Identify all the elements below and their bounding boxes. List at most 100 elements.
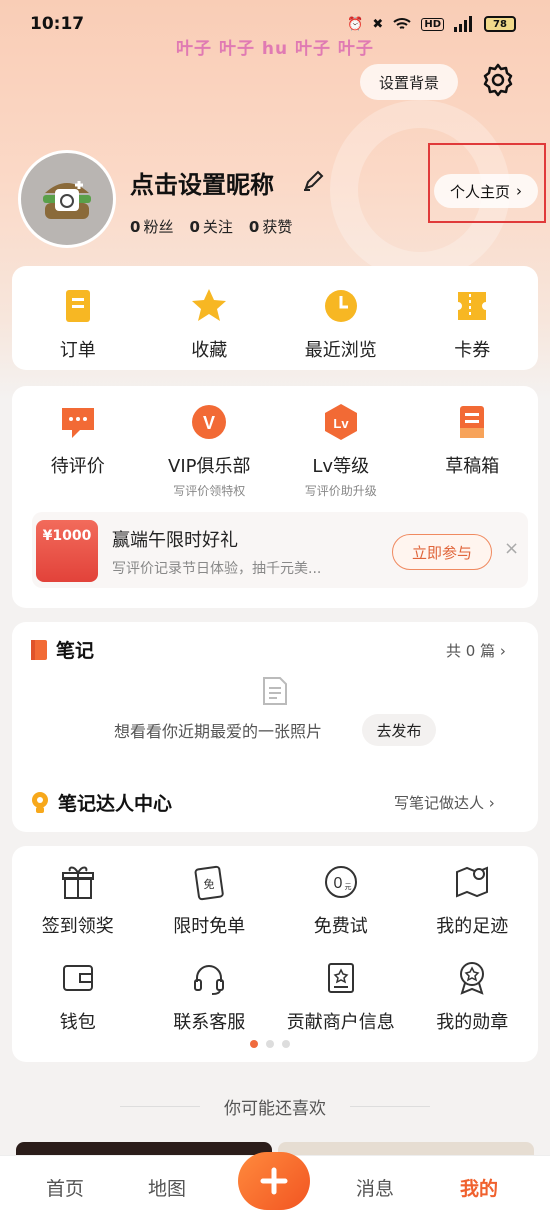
notes-empty-text: 想看看你近期最爱的一张照片 (114, 722, 323, 741)
nickname[interactable]: 点击设置昵称 (130, 165, 274, 200)
menu-orders[interactable]: 订单 (18, 286, 138, 362)
star-icon (192, 289, 227, 321)
menu-label: 卡券 (454, 340, 491, 361)
service-merchant-info[interactable]: 贡献商户信息 (281, 958, 401, 1034)
svg-text:元: 元 (344, 883, 351, 891)
service-label: 签到领奖 (41, 916, 114, 937)
services-card: 签到领奖 免 限时免单 0元 免费试 我的足迹 钱包 联系客服 贡献商户信息 我… (12, 846, 538, 1062)
promo-badge: ¥1000 (36, 520, 98, 582)
add-button[interactable] (238, 1152, 310, 1210)
comment-icon (61, 408, 94, 438)
medal-icon (460, 962, 485, 995)
avatar[interactable] (18, 150, 116, 248)
expert-link[interactable]: 写笔记做达人 › (394, 792, 495, 813)
tab-map[interactable]: 地图 (148, 1174, 186, 1201)
menu-sublabel: 写评价助升级 (304, 484, 377, 498)
join-now-button[interactable]: 立即参与 (392, 534, 492, 570)
close-icon[interactable]: × (504, 538, 519, 559)
recommend-title: 你可能还喜欢 (224, 1099, 326, 1119)
menu-recent[interactable]: 最近浏览 (281, 286, 401, 362)
menu-label: 待评价 (50, 456, 105, 477)
notebook-icon (31, 639, 47, 660)
service-checkin[interactable]: 签到领奖 (18, 862, 138, 938)
promo-subtitle: 写评价记录节日体验，抽千元美... (112, 561, 322, 577)
service-label: 钱包 (59, 1012, 96, 1033)
notes-count-link[interactable]: 共 0 篇 › (446, 640, 506, 661)
menu-label: 草稿箱 (445, 456, 500, 477)
service-label: 我的勋章 (436, 1012, 509, 1033)
hd-icon: HD (421, 17, 444, 31)
pencil-icon[interactable] (302, 170, 324, 192)
menu-label: 订单 (59, 340, 96, 361)
promo-title: 赢端午限时好礼 (112, 530, 238, 551)
service-label: 限时免单 (173, 916, 246, 937)
plus-icon (260, 1167, 288, 1195)
service-support[interactable]: 联系客服 (149, 958, 269, 1034)
set-background-button[interactable]: 设置背景 (360, 64, 458, 100)
watermark: 叶子 叶子 hu 叶子 叶子 (176, 39, 374, 59)
menu-drafts[interactable]: 草稿箱 (412, 402, 532, 499)
expert-center-title: 笔记达人中心 (58, 793, 173, 815)
service-label: 免费试 (313, 916, 368, 937)
menu-pending-review[interactable]: 待评价 (18, 402, 138, 499)
draft-icon (460, 406, 485, 438)
service-free-trial[interactable]: 0元 免费试 (281, 862, 401, 938)
clock-icon (324, 290, 357, 322)
page-indicator (250, 1040, 290, 1048)
service-free-order[interactable]: 免 限时免单 (149, 862, 269, 938)
fans-stat[interactable]: 0 粉丝 (130, 216, 173, 237)
menu-sublabel: 写评价领特权 (173, 484, 246, 498)
coupon-icon (458, 292, 487, 320)
chevron-right-icon: › (516, 182, 522, 200)
headset-icon (194, 965, 225, 995)
svg-text:免: 免 (204, 877, 215, 891)
service-footprint[interactable]: 我的足迹 (412, 862, 532, 938)
alarm-icon: ⏰ (347, 16, 364, 32)
menu-label: 收藏 (191, 340, 228, 361)
following-stat[interactable]: 0 关注 (189, 216, 232, 237)
vip-icon: V (192, 405, 227, 439)
menu-label: Lv等级 (312, 456, 370, 477)
wifi-icon (393, 18, 411, 29)
wallet-icon (62, 965, 93, 991)
menu-label: VIP俱乐部 (168, 456, 251, 477)
gear-icon[interactable] (480, 62, 516, 98)
camera-add-icon (43, 181, 91, 219)
chevron-right-icon: › (488, 794, 495, 812)
svg-text:V: V (203, 413, 215, 433)
tab-messages[interactable]: 消息 (356, 1174, 394, 1201)
service-medals[interactable]: 我的勋章 (412, 958, 532, 1034)
tab-mine[interactable]: 我的 (460, 1174, 498, 1201)
homepage-button[interactable]: 个人主页 › (434, 174, 538, 208)
store-info-icon (327, 963, 354, 993)
tab-home[interactable]: 首页 (46, 1174, 84, 1201)
service-label: 贡献商户信息 (286, 1012, 395, 1033)
menu-label: 最近浏览 (304, 340, 377, 361)
service-wallet[interactable]: 钱包 (18, 958, 138, 1034)
order-icon (65, 290, 90, 322)
menu-level[interactable]: Lv Lv等级 写评价助升级 (281, 402, 401, 499)
signal-icon (454, 16, 472, 32)
notes-header: 笔记 (30, 636, 94, 663)
menu-vip-club[interactable]: V VIP俱乐部 写评价领特权 (149, 402, 269, 499)
footprint-map-icon (456, 866, 489, 898)
gift-icon (61, 866, 94, 899)
svg-text:0: 0 (333, 875, 342, 892)
svg-text:Lv: Lv (333, 416, 349, 431)
promo-banner[interactable]: ¥1000 赢端午限时好礼 写评价记录节日体验，抽千元美... 立即参与 × (32, 512, 528, 588)
menu-coupons[interactable]: 卡券 (412, 286, 532, 362)
likes-stat: 0 获赞 (248, 218, 293, 236)
notes-title: 笔记 (56, 640, 95, 662)
page-dot (250, 1040, 258, 1048)
zero-price-icon: 0元 (324, 866, 357, 898)
quick-menu-card: 订单 收藏 最近浏览 卡券 (12, 266, 538, 370)
post-button[interactable]: 去发布 (362, 714, 436, 746)
menu-favorites[interactable]: 收藏 (149, 286, 269, 362)
homepage-label: 个人主页 (449, 182, 510, 201)
chevron-right-icon: › (499, 642, 506, 660)
service-label: 我的足迹 (436, 916, 509, 937)
expert-center-header[interactable]: 笔记达人中心 (30, 789, 172, 816)
mute-icon: ✖ (372, 16, 384, 32)
profile-stats: 0 粉丝 0 关注 0 获赞 (130, 216, 292, 237)
document-icon (263, 677, 287, 705)
